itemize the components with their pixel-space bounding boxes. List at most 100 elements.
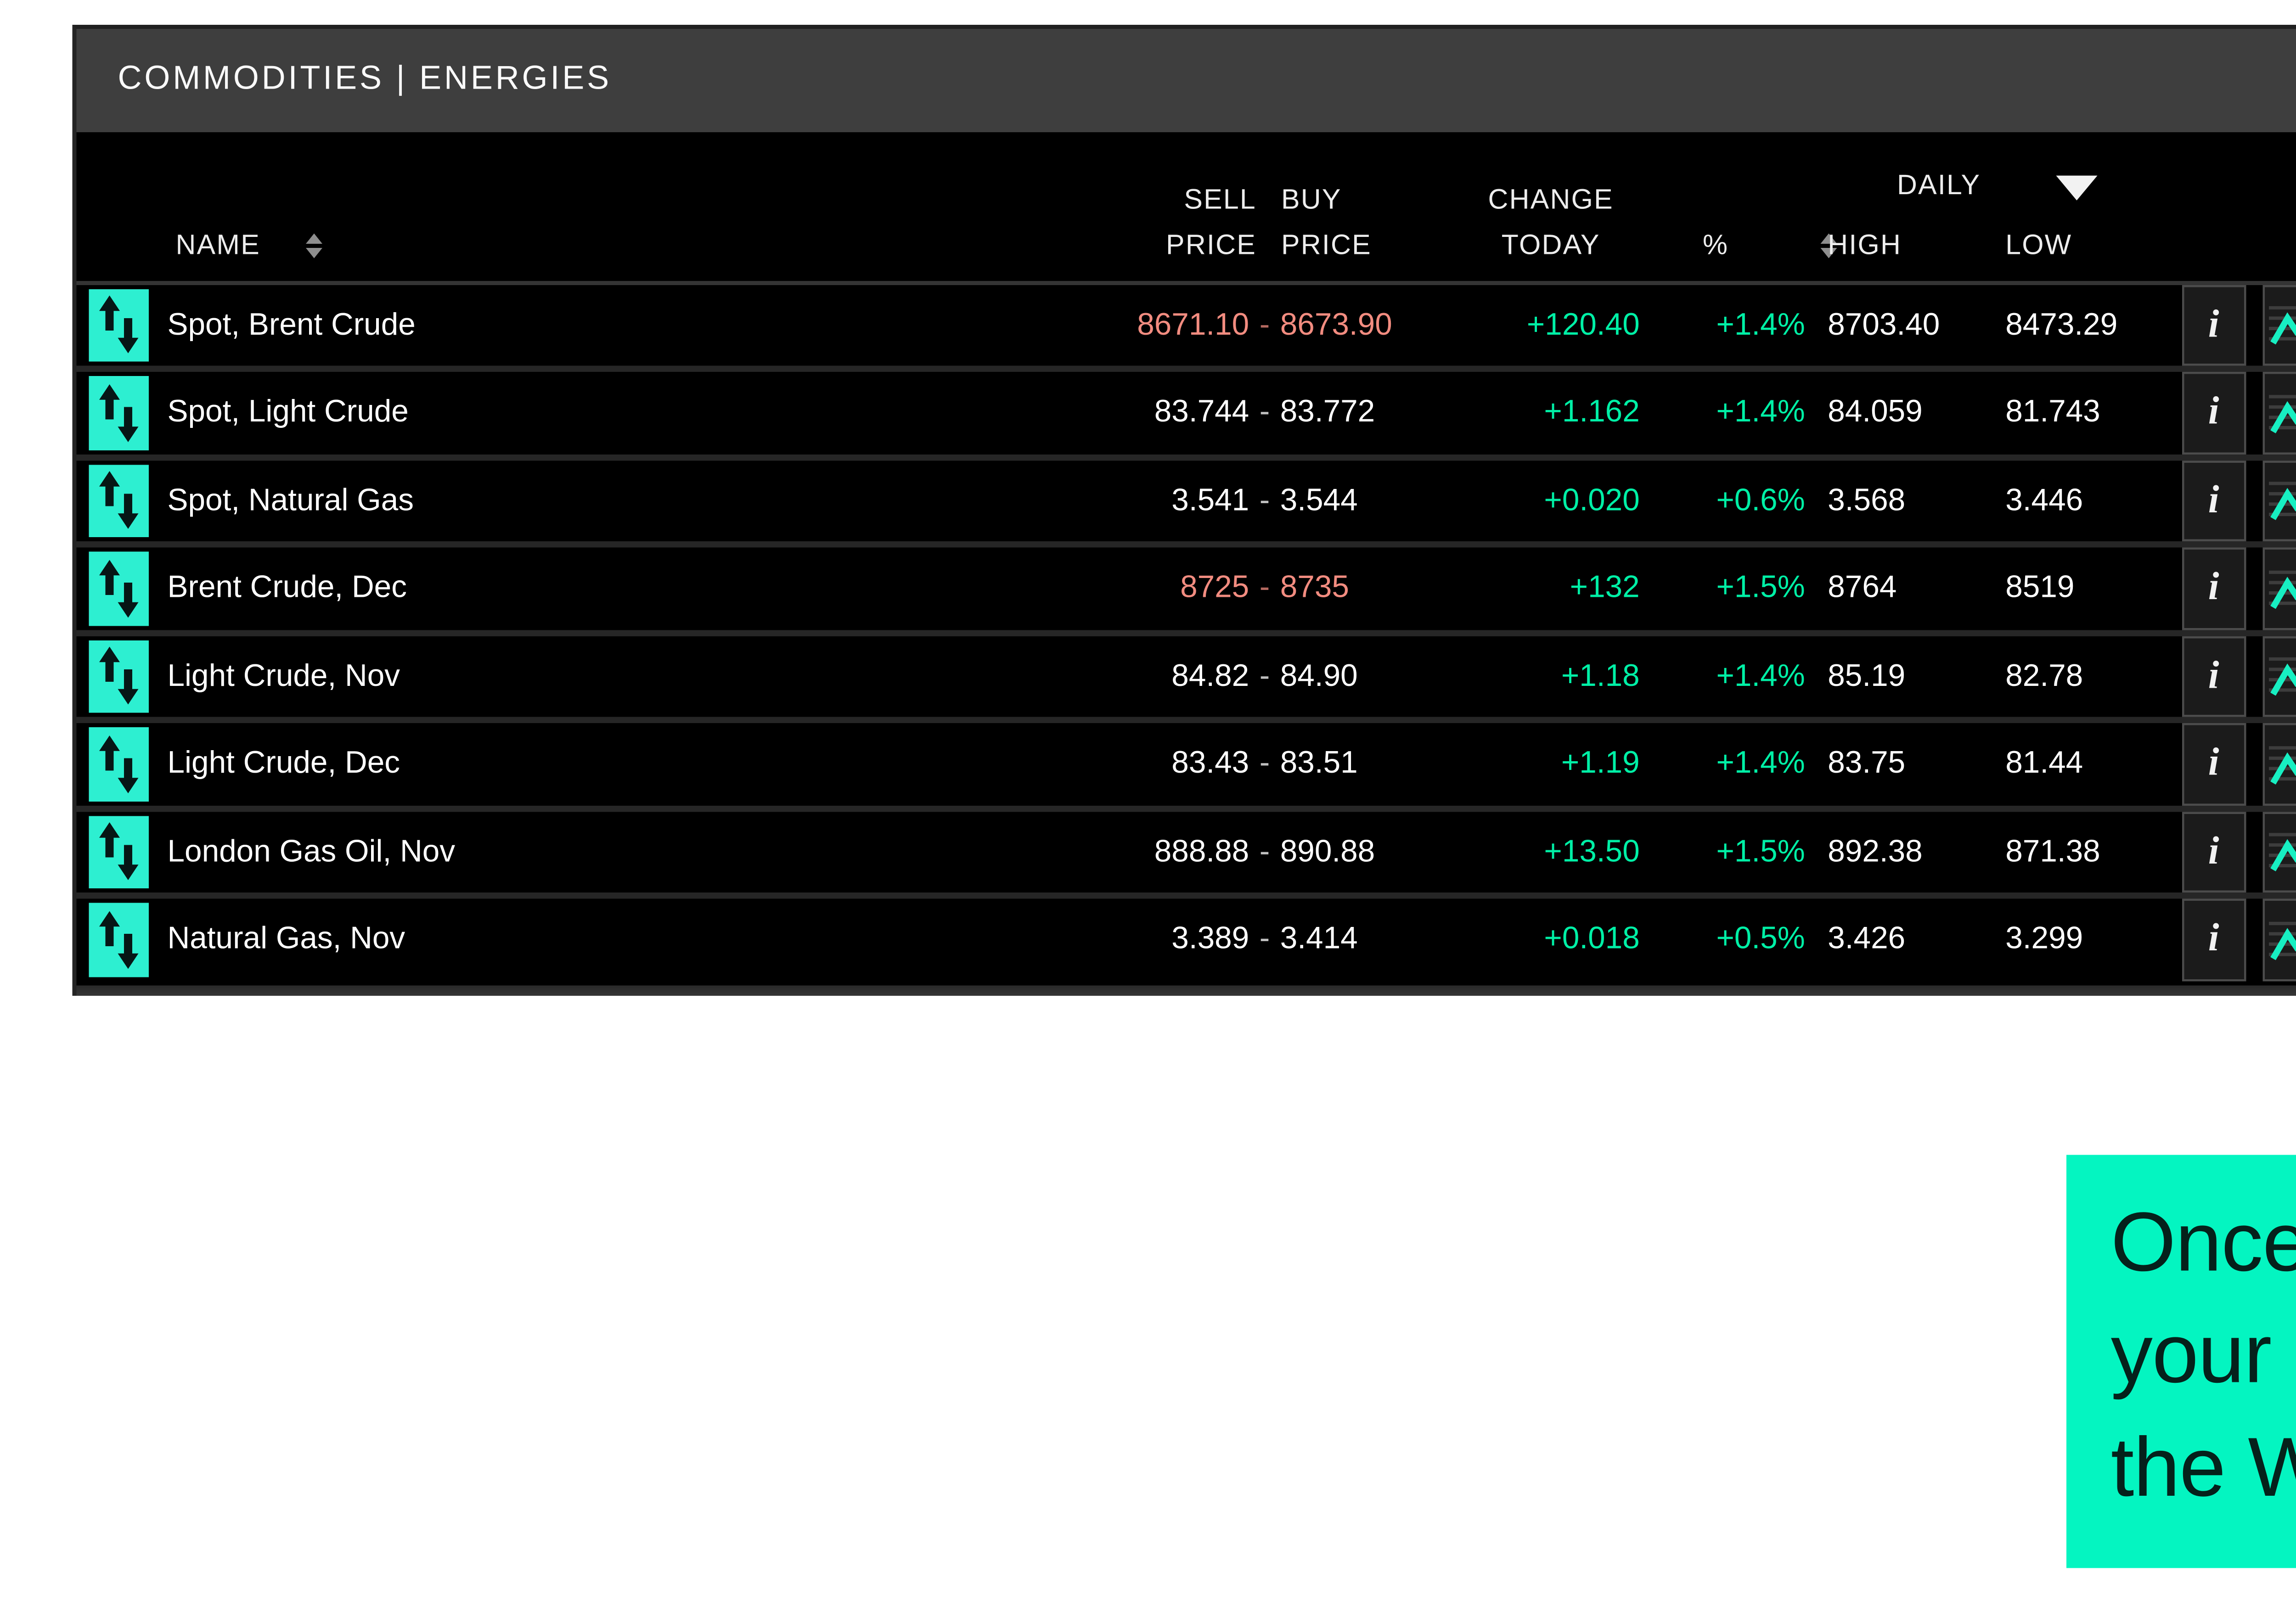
instrument-name[interactable]: Spot, Brent Crude xyxy=(168,284,416,366)
info-button[interactable]: i xyxy=(2182,635,2245,717)
instrument-name[interactable]: Natural Gas, Nov xyxy=(168,899,405,981)
price-separator: - xyxy=(1260,307,1270,342)
tooltip-text-line: the Watchlist icon. xyxy=(2111,1410,2296,1522)
info-icon: i xyxy=(2208,744,2219,784)
daily-high: 892.38 xyxy=(1828,811,1923,892)
instrument-updown-icon[interactable] xyxy=(89,640,149,713)
tooltip-callout: Once logged into your account, click the… xyxy=(2066,1154,2296,1567)
price-separator: - xyxy=(1260,570,1270,606)
sell-price: 83.744 xyxy=(1154,395,1249,430)
table-row[interactable]: Light Crude, Dec 83.43-83.51 +1.19 +1.4%… xyxy=(75,723,2296,811)
info-button[interactable]: i xyxy=(2182,811,2245,892)
chart-button[interactable] xyxy=(2263,548,2296,629)
buy-price: 8735 xyxy=(1280,570,1349,606)
instrument-updown-icon[interactable] xyxy=(89,727,149,801)
column-header-percent[interactable]: % xyxy=(1703,228,1728,259)
chart-button[interactable] xyxy=(2263,723,2296,805)
chart-icon xyxy=(2269,739,2296,789)
instrument-updown-icon[interactable] xyxy=(89,815,149,888)
info-icon: i xyxy=(2208,481,2219,520)
info-button[interactable]: i xyxy=(2182,723,2245,805)
chevron-down-icon[interactable] xyxy=(2055,174,2096,199)
chart-icon xyxy=(2269,651,2296,701)
change-today: +1.162 xyxy=(1398,372,1640,454)
info-button[interactable]: i xyxy=(2182,548,2245,629)
column-header-name[interactable]: NAME xyxy=(176,228,261,259)
change-today: +13.50 xyxy=(1398,811,1640,892)
table-row[interactable]: Natural Gas, Nov 3.389-3.414 +0.018 +0.5… xyxy=(75,899,2296,981)
table-row[interactable]: Spot, Brent Crude 8671.10-8673.90 +120.4… xyxy=(75,284,2296,372)
buy-price: 3.414 xyxy=(1280,921,1358,957)
buy-price: 8673.90 xyxy=(1280,307,1392,342)
daily-low: 81.44 xyxy=(2005,723,2083,805)
sort-icon[interactable] xyxy=(305,232,321,257)
instrument-name[interactable]: Spot, Natural Gas xyxy=(168,460,414,541)
instrument-name[interactable]: Brent Crude, Dec xyxy=(168,548,407,629)
column-header-low[interactable]: LOW xyxy=(2005,228,2072,259)
change-percent: +1.5% xyxy=(1625,548,1805,629)
info-button[interactable]: i xyxy=(2182,372,2245,454)
daily-low: 81.743 xyxy=(2005,372,2100,454)
chart-button[interactable] xyxy=(2263,635,2296,717)
change-percent: +1.4% xyxy=(1625,723,1805,805)
buy-price: 83.772 xyxy=(1280,395,1375,430)
info-icon: i xyxy=(2208,657,2219,696)
column-header-sell[interactable]: SELL xyxy=(1005,183,1256,214)
instrument-updown-icon[interactable] xyxy=(89,552,149,625)
instrument-name[interactable]: Spot, Light Crude xyxy=(168,372,409,454)
chart-icon xyxy=(2269,300,2296,350)
change-today: +132 xyxy=(1398,548,1640,629)
info-button[interactable]: i xyxy=(2182,284,2245,366)
price-separator: - xyxy=(1260,483,1270,518)
chart-icon xyxy=(2269,476,2296,525)
sell-price: 3.389 xyxy=(1171,921,1249,957)
instrument-updown-icon[interactable] xyxy=(89,376,149,449)
instrument-updown-icon[interactable] xyxy=(89,464,149,537)
chart-button[interactable] xyxy=(2263,460,2296,541)
instrument-updown-icon[interactable] xyxy=(89,288,149,362)
daily-low: 871.38 xyxy=(2005,811,2100,892)
column-header-daily[interactable]: DAILY xyxy=(1897,168,1981,200)
column-header-change-today[interactable]: TODAY xyxy=(1418,228,1683,259)
table-row[interactable]: Spot, Natural Gas 3.541-3.544 +0.020 +0.… xyxy=(75,460,2296,547)
daily-high: 85.19 xyxy=(1828,635,1905,717)
sell-price: 3.541 xyxy=(1171,483,1249,518)
info-icon: i xyxy=(2208,569,2219,608)
window-titlebar[interactable]: COMMODITIES | ENERGIES xyxy=(75,28,2296,131)
change-percent: +1.5% xyxy=(1625,811,1805,892)
daily-high: 3.426 xyxy=(1828,899,1905,981)
column-header-change[interactable]: CHANGE xyxy=(1418,183,1683,214)
info-button[interactable]: i xyxy=(2182,460,2245,541)
instrument-name[interactable]: Light Crude, Dec xyxy=(168,723,400,805)
chart-button[interactable] xyxy=(2263,899,2296,981)
chart-button[interactable] xyxy=(2263,372,2296,454)
chart-button[interactable] xyxy=(2263,811,2296,892)
column-header-high[interactable]: HIGH xyxy=(1828,228,1902,259)
instrument-updown-icon[interactable] xyxy=(89,903,149,977)
sell-price: 888.88 xyxy=(1154,834,1249,869)
price-separator: - xyxy=(1260,395,1270,430)
table-row[interactable]: Spot, Light Crude 83.744-83.772 +1.162 +… xyxy=(75,372,2296,460)
info-icon: i xyxy=(2208,305,2219,345)
chart-button[interactable] xyxy=(2263,284,2296,366)
daily-high: 84.059 xyxy=(1828,372,1923,454)
instrument-name[interactable]: Light Crude, Nov xyxy=(168,635,400,717)
table-row[interactable]: Brent Crude, Dec 8725-8735 +132 +1.5% 87… xyxy=(75,548,2296,635)
change-percent: +1.4% xyxy=(1625,284,1805,366)
daily-high: 3.568 xyxy=(1828,460,1905,541)
change-percent: +0.5% xyxy=(1625,899,1805,981)
page: COMMODITIES | ENERGIES NAME SELL PRICE B… xyxy=(0,0,2296,1622)
price-separator: - xyxy=(1260,921,1270,957)
table-header: NAME SELL PRICE BUY PRICE CHANGE TODAY %… xyxy=(75,131,2296,284)
info-button[interactable]: i xyxy=(2182,899,2245,981)
instrument-name[interactable]: London Gas Oil, Nov xyxy=(168,811,456,892)
info-icon: i xyxy=(2208,920,2219,960)
tooltip-text-line: Once logged into xyxy=(2111,1185,2296,1297)
table-row[interactable]: Light Crude, Nov 84.82-84.90 +1.18 +1.4%… xyxy=(75,635,2296,723)
chart-icon xyxy=(2269,915,2296,964)
column-header-sell-price[interactable]: PRICE xyxy=(1005,228,1256,259)
tooltip-text-line: your account, click xyxy=(2111,1297,2296,1410)
daily-low: 3.299 xyxy=(2005,899,2083,981)
table-row[interactable]: London Gas Oil, Nov 888.88-890.88 +13.50… xyxy=(75,811,2296,898)
buy-price: 890.88 xyxy=(1280,834,1375,869)
